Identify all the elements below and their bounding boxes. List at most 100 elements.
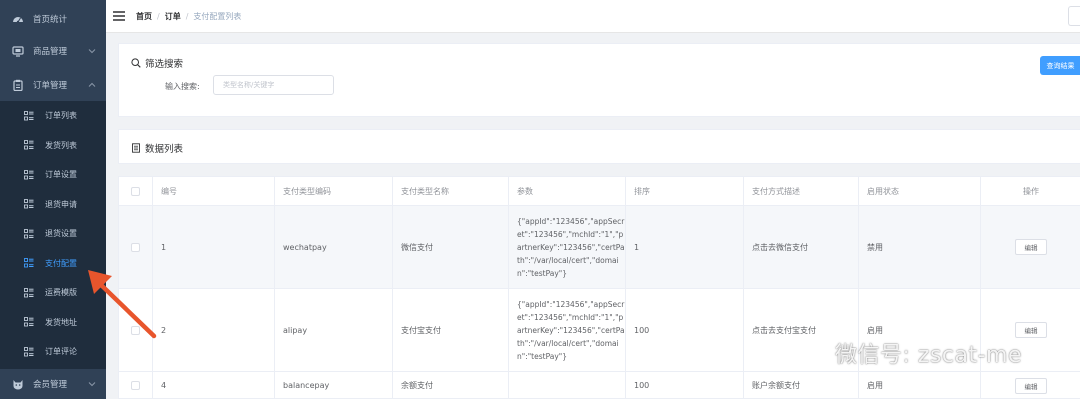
list-icon (24, 346, 34, 357)
table-row: 1 wechatpay 微信支付 {"appId":"123456","appS… (119, 206, 1080, 289)
column-header: 编号 (153, 177, 275, 205)
search-icon (131, 58, 141, 68)
breadcrumb-order[interactable]: 订单 (165, 11, 181, 22)
sidebar-item-label: 商品管理 (33, 47, 68, 57)
clipboard-icon (13, 79, 23, 91)
cell-name: 支付宝支付 (393, 289, 509, 371)
row-select-cell (119, 372, 153, 398)
select-all-checkbox[interactable] (131, 186, 140, 196)
cell-params: {"appId":"123456","appSecret":"123456","… (517, 299, 625, 361)
list-icon (24, 110, 34, 121)
chevron-down-icon (88, 382, 96, 387)
cell-name: 余额支付 (393, 372, 509, 398)
list-icon (24, 199, 34, 209)
cell-status: 启用 (859, 372, 981, 398)
cell-desc: 点击去微信支付 (744, 206, 859, 288)
sidebar-item-return-requests[interactable]: 退货申请 (0, 190, 106, 220)
sidebar-item-label: 订单管理 (33, 81, 68, 91)
data-list-header: 数据列表 (118, 129, 1080, 164)
cell-actions: 编辑 (981, 372, 1080, 398)
edit-button[interactable]: 编辑 (1015, 377, 1047, 394)
sidebar-item-label: 发货列表 (45, 140, 77, 150)
dashboard-icon (13, 17, 23, 24)
cell-params: {"appId":"123456","appSecret":"123456","… (517, 216, 625, 278)
sidebar-item-label: 首页统计 (33, 15, 68, 25)
monitor-icon (12, 46, 24, 57)
sidebar-item-label: 退货申请 (45, 199, 77, 209)
sidebar-item-label: 订单设置 (45, 170, 77, 180)
sidebar-item-label: 订单评论 (45, 347, 77, 357)
sidebar-item-dashboard[interactable]: 首页统计 (0, 4, 106, 34)
wechat-icon (794, 340, 828, 365)
column-header: 支付类型编码 (275, 177, 393, 205)
breadcrumb: 首页 / 订单 / 支付配置列表 (136, 11, 241, 22)
sidebar-item-label: 发货地址 (45, 317, 77, 327)
column-header: 排序 (626, 177, 744, 205)
cell-id: 2 (153, 289, 275, 371)
column-header: 启用状态 (859, 177, 981, 205)
breadcrumb-home[interactable]: 首页 (136, 11, 152, 22)
breadcrumb-current: 支付配置列表 (193, 12, 242, 21)
cat-icon (13, 380, 23, 390)
list-icon (24, 140, 34, 150)
column-header: 支付类型名称 (393, 177, 509, 205)
column-header: 参数 (509, 177, 626, 205)
sidebar-item-order-list[interactable]: 订单列表 (0, 101, 106, 131)
search-title-text: 筛选搜索 (145, 59, 184, 70)
hamburger-icon[interactable] (113, 10, 125, 22)
cell-actions: 编辑 (981, 206, 1080, 288)
cell-sort: 100 (626, 372, 744, 398)
cell-code: wechatpay (275, 206, 393, 288)
row-checkbox[interactable] (131, 381, 140, 390)
column-header: 支付方式描述 (744, 177, 859, 205)
search-panel-title: 筛选搜索 (131, 56, 183, 70)
cell-code: alipay (275, 289, 393, 371)
list-icon (24, 169, 34, 180)
cell-sort: 1 (626, 206, 744, 288)
sidebar-item-label: 会员管理 (33, 380, 68, 390)
edit-button[interactable]: 编辑 (1015, 322, 1047, 338)
sidebar-item-label: 退货设置 (45, 229, 77, 239)
query-button[interactable]: 查询结果 (1040, 56, 1080, 75)
sidebar-item-label: 支付配置 (45, 258, 77, 268)
document-icon (132, 143, 140, 153)
sidebar-item-label: 订单列表 (45, 111, 77, 121)
column-header: 操作 (1023, 186, 1039, 196)
header-select-all (119, 177, 153, 205)
cell-id: 4 (153, 372, 275, 398)
table-header-row: 编号 支付类型编码 支付类型名称 参数 排序 支付方式描述 启用状态 操作 (119, 177, 1080, 206)
watermark: 微信号: zscat-me (793, 337, 1022, 369)
cell-params-wrap: {"appId":"123456","appSecret":"123456","… (509, 206, 626, 288)
cell-id: 1 (153, 206, 275, 288)
cell-name: 微信支付 (393, 206, 509, 288)
cell-params-wrap (509, 372, 626, 398)
search-input[interactable] (213, 75, 334, 95)
sidebar-item-label: 运费模版 (45, 288, 77, 298)
sidebar-item-order-settings[interactable]: 订单设置 (0, 160, 106, 190)
sidebar-item-members[interactable]: 会员管理 (0, 369, 106, 399)
search-panel: 筛选搜索 输入搜索: 查询结果 (118, 43, 1080, 117)
user-avatar-edge[interactable] (1068, 6, 1080, 26)
row-checkbox[interactable] (131, 242, 140, 252)
breadcrumb-separator: / (185, 12, 189, 21)
data-list-title-text: 数据列表 (145, 144, 184, 155)
cell-sort: 100 (626, 289, 744, 371)
chevron-up-icon (88, 82, 96, 87)
list-icon (24, 287, 34, 298)
watermark-text: 微信号: zscat-me (835, 343, 1023, 368)
table-row: 4 balancepay 余额支付 100 账户余额支付 启用 编辑 (119, 372, 1080, 398)
list-icon (24, 258, 34, 268)
search-label: 输入搜索: (165, 82, 200, 91)
sidebar-item-orders[interactable]: 订单管理 (0, 70, 106, 100)
sidebar-item-products[interactable]: 商品管理 (0, 36, 106, 66)
cell-params-wrap: {"appId":"123456","appSecret":"123456","… (509, 289, 626, 371)
chevron-down-icon (88, 49, 96, 54)
top-navbar: 首页 / 订单 / 支付配置列表 (106, 0, 1080, 33)
cell-status: 禁用 (859, 206, 981, 288)
sidebar-item-return-settings[interactable]: 退货设置 (0, 219, 106, 249)
list-icon (24, 228, 34, 239)
annotation-arrow-icon (88, 270, 157, 339)
edit-button[interactable]: 编辑 (1015, 239, 1047, 255)
cell-code: balancepay (275, 372, 393, 398)
sidebar-item-shipping-list[interactable]: 发货列表 (0, 131, 106, 161)
